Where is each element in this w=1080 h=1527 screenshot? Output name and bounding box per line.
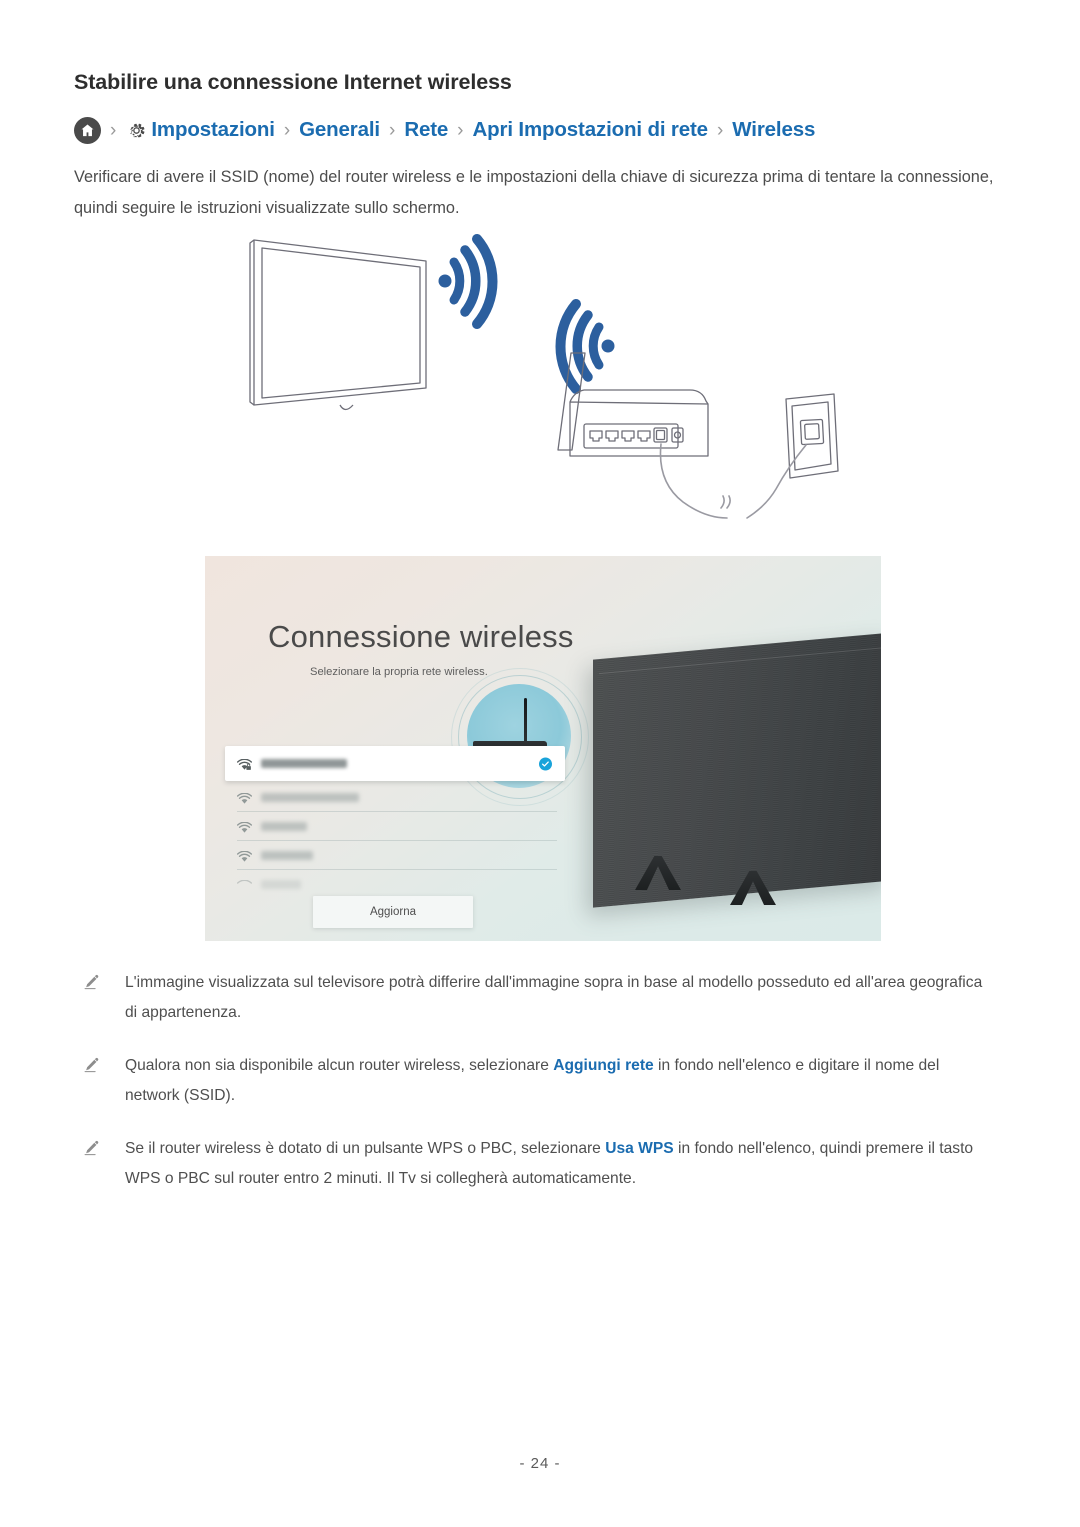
home-icon[interactable]: [74, 116, 101, 144]
network-list-item[interactable]: [225, 812, 565, 841]
breadcrumb-separator-1: ›: [283, 119, 291, 141]
page-number: - 24 -: [519, 1455, 561, 1472]
connected-check-icon: [539, 757, 552, 770]
breadcrumb-separator-3: ›: [457, 119, 464, 141]
note-text: L'immagine visualizzata sul televisore p…: [125, 974, 983, 1021]
network-list-item[interactable]: [225, 870, 565, 899]
refresh-button[interactable]: Aggiorna: [313, 896, 473, 928]
wifi-icon: [236, 792, 253, 804]
note-text: Qualora non sia disponibile alcun router…: [125, 1057, 940, 1104]
note-highlight-aggiungi-rete: Aggiungi rete: [553, 1057, 654, 1074]
note-item: Qualora non sia disponibile alcun router…: [82, 1051, 997, 1111]
wireless-network-list[interactable]: [225, 746, 565, 899]
network-diagram-illustration: [240, 228, 860, 528]
breadcrumb-item-apri-impostazioni-di-rete[interactable]: Apri Impostazioni di rete: [472, 118, 708, 142]
intro-paragraph: Verificare di avere il SSID (nome) del r…: [74, 168, 994, 217]
wall-jack-icon: [785, 393, 839, 479]
screenshot-title: Connessione wireless: [268, 619, 574, 654]
breadcrumb-item-impostazioni[interactable]: Impostazioni: [151, 118, 275, 142]
wifi-icon: [236, 850, 253, 862]
wifi-icon: [236, 821, 253, 833]
network-ssid-label: [261, 759, 347, 768]
pencil-icon: [82, 1051, 104, 1111]
network-ssid-label: [261, 851, 313, 860]
router-antenna-icon: [524, 698, 527, 742]
breadcrumb-item-generali[interactable]: Generali: [299, 118, 380, 142]
tv-back-panel-image: [593, 632, 881, 908]
wifi-lock-icon: [236, 758, 253, 770]
page-title: Stabilire una connessione Internet wirel…: [74, 70, 512, 94]
notes-section: L'immagine visualizzata sul televisore p…: [82, 968, 997, 1217]
ethernet-cable-icon: [659, 443, 807, 519]
breadcrumb-separator-0: ›: [110, 119, 117, 141]
breadcrumb-item-wireless[interactable]: Wireless: [732, 118, 815, 142]
note-item: Se il router wireless è dotato di un pul…: [82, 1134, 997, 1194]
network-ssid-label: [261, 793, 359, 802]
screenshot-subtitle: Selezionare la propria rete wireless.: [310, 666, 488, 678]
breadcrumb-separator-2: ›: [388, 119, 396, 141]
breadcrumb-item-rete[interactable]: Rete: [404, 118, 448, 142]
note-highlight-usa-wps: Usa WPS: [605, 1140, 674, 1157]
breadcrumb: › Impostazioni › Generali › Rete › Apri …: [74, 113, 815, 147]
note-item: L'immagine visualizzata sul televisore p…: [82, 968, 997, 1028]
tv-screen-screenshot: Connessione wireless Selezionare la prop…: [205, 556, 881, 941]
document-page: Stabilire una connessione Internet wirel…: [0, 0, 1080, 1527]
network-list-item[interactable]: [225, 841, 565, 870]
breadcrumb-separator-4: ›: [716, 119, 724, 141]
network-ssid-label: [261, 822, 307, 831]
wifi-icon: [236, 879, 253, 891]
wifi-waves-icon: [438, 234, 498, 329]
network-list-item[interactable]: [225, 783, 565, 812]
note-text: Se il router wireless è dotato di un pul…: [125, 1140, 974, 1187]
pencil-icon: [82, 968, 104, 1028]
pencil-icon: [82, 1134, 104, 1194]
network-list-item-selected[interactable]: [225, 746, 565, 781]
gear-icon[interactable]: [125, 119, 147, 141]
network-ssid-label: [261, 880, 301, 889]
